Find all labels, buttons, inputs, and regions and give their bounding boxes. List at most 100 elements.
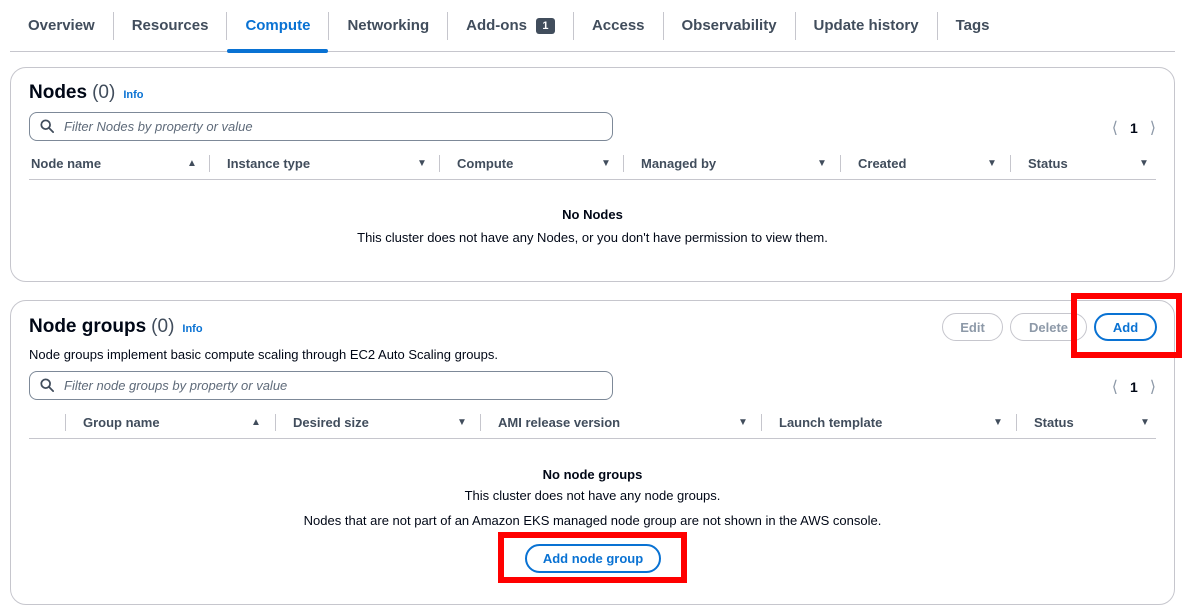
node-groups-empty-title: No node groups: [542, 467, 643, 482]
column-divider: [1010, 155, 1011, 172]
tab-observability[interactable]: Observability: [664, 0, 795, 52]
column-divider: [761, 414, 762, 431]
nodes-table-header: Node name ▲ Instance type ▼ Compute ▼ Ma…: [29, 146, 1156, 180]
tab-tags[interactable]: Tags: [938, 0, 1008, 52]
tab-label: Update history: [813, 17, 919, 34]
sort-descending-icon: ▼: [417, 157, 427, 169]
chevron-left-icon[interactable]: ⟨: [1112, 118, 1118, 138]
search-icon: [40, 118, 56, 135]
column-header-launch-template[interactable]: Launch template ▼: [779, 405, 1019, 439]
tab-update-history[interactable]: Update history: [796, 0, 937, 52]
tab-bar: Overview Resources Compute Networking Ad…: [10, 0, 1175, 53]
nodes-header: Nodes (0) Info: [29, 82, 143, 104]
column-label: AMI release version: [498, 414, 621, 430]
tab-label: Observability: [681, 17, 777, 34]
column-label: Desired size: [293, 414, 369, 430]
delete-button[interactable]: Delete: [1010, 313, 1087, 341]
sort-descending-icon: ▼: [987, 157, 997, 169]
nodes-count: (0): [92, 82, 116, 103]
column-label: Status: [1034, 414, 1074, 430]
tab-label: Tags: [955, 17, 990, 34]
column-divider: [1016, 414, 1017, 431]
chevron-left-icon[interactable]: ⟨: [1112, 377, 1118, 397]
column-label: Compute: [457, 155, 514, 171]
tab-resources[interactable]: Resources: [114, 0, 227, 52]
tab-label: Overview: [28, 17, 95, 34]
tab-add-ons[interactable]: Add-ons 1: [448, 0, 573, 52]
edit-button[interactable]: Edit: [942, 313, 1003, 341]
add-ons-count-badge: 1: [535, 17, 555, 34]
column-divider: [623, 155, 624, 172]
column-divider: [209, 155, 210, 172]
nodes-page-number[interactable]: 1: [1130, 120, 1138, 136]
column-label: Node name: [31, 155, 102, 171]
sort-ascending-icon: ▲: [251, 416, 261, 428]
add-node-group-button[interactable]: Add node group: [525, 544, 661, 573]
tab-label: Access: [591, 17, 645, 34]
sort-descending-icon: ▼: [738, 416, 748, 428]
column-header-managed-by[interactable]: Managed by ▼: [641, 146, 841, 180]
node-groups-info-link[interactable]: Info: [182, 323, 202, 335]
column-divider: [275, 414, 276, 431]
sort-descending-icon: ▼: [601, 157, 611, 169]
column-divider: [65, 414, 66, 431]
node-groups-filter-input[interactable]: [64, 378, 584, 393]
column-header-instance-type[interactable]: Instance type ▼: [227, 146, 437, 180]
column-header-status[interactable]: Status ▼: [1034, 405, 1158, 439]
column-divider: [480, 414, 481, 431]
node-groups-panel: Node groups (0) Info Node groups impleme…: [10, 300, 1175, 605]
column-header-node-name[interactable]: Node name ▲: [31, 146, 211, 180]
column-label: Instance type: [227, 155, 311, 171]
node-groups-table-header: Group name ▲ Desired size ▼ AMI release …: [29, 405, 1156, 439]
nodes-info-link[interactable]: Info: [123, 89, 143, 101]
tab-networking[interactable]: Networking: [329, 0, 447, 52]
tab-label: Networking: [347, 17, 430, 34]
add-button[interactable]: Add: [1094, 313, 1157, 341]
sort-descending-icon: ▼: [1140, 416, 1150, 428]
column-label: Launch template: [779, 414, 883, 430]
tab-label: Compute: [245, 17, 311, 34]
tab-overview[interactable]: Overview: [10, 0, 113, 52]
search-icon: [40, 377, 56, 394]
chevron-right-icon[interactable]: ⟩: [1150, 118, 1156, 138]
nodes-panel: Nodes (0) Info ⟨ 1 ⟩ Node name ▲ Instanc…: [10, 67, 1175, 282]
node-groups-description: Node groups implement basic compute scal…: [29, 347, 498, 362]
column-divider: [840, 155, 841, 172]
sort-ascending-icon: ▲: [187, 157, 197, 169]
column-label: Status: [1028, 155, 1068, 171]
sort-descending-icon: ▼: [457, 416, 467, 428]
column-header-group-name[interactable]: Group name ▲: [83, 405, 263, 439]
node-groups-page-number[interactable]: 1: [1130, 379, 1138, 395]
nodes-empty-state: No Nodes This cluster does not have any …: [11, 207, 1174, 245]
node-groups-empty-state: No node groups This cluster does not hav…: [11, 467, 1174, 528]
column-label: Created: [858, 155, 907, 171]
chevron-right-icon[interactable]: ⟩: [1150, 377, 1156, 397]
tab-compute[interactable]: Compute: [227, 0, 329, 53]
nodes-empty-message: This cluster does not have any Nodes, or…: [357, 230, 828, 245]
column-header-compute[interactable]: Compute ▼: [457, 146, 627, 180]
tab-access[interactable]: Access: [574, 0, 663, 52]
column-header-desired-size[interactable]: Desired size ▼: [293, 405, 473, 439]
sort-descending-icon: ▼: [817, 157, 827, 169]
node-groups-filter-field[interactable]: [29, 371, 613, 400]
tab-label: Add-ons: [466, 17, 527, 34]
nodes-empty-title: No Nodes: [562, 207, 623, 222]
column-header-status[interactable]: Status ▼: [1028, 146, 1156, 180]
node-groups-count: (0): [151, 316, 175, 337]
nodes-filter-field[interactable]: [29, 112, 613, 141]
tab-label: Resources: [131, 17, 209, 34]
column-label: Managed by: [641, 155, 717, 171]
node-groups-header: Node groups (0) Info: [29, 316, 203, 338]
nodes-title: Nodes: [29, 82, 88, 103]
column-header-created[interactable]: Created ▼: [858, 146, 1008, 180]
sort-descending-icon: ▼: [1139, 157, 1149, 169]
node-groups-empty-message: This cluster does not have any node grou…: [464, 488, 721, 503]
node-groups-title: Node groups: [29, 316, 147, 337]
column-header-ami-release-version[interactable]: AMI release version ▼: [498, 405, 758, 439]
nodes-pagination: ⟨ 1 ⟩: [1112, 118, 1156, 138]
column-divider: [439, 155, 440, 172]
node-groups-pagination: ⟨ 1 ⟩: [1112, 377, 1156, 397]
sort-descending-icon: ▼: [993, 416, 1003, 428]
nodes-filter-input[interactable]: [64, 119, 584, 134]
node-groups-console-note: Nodes that are not part of an Amazon EKS…: [303, 513, 882, 528]
